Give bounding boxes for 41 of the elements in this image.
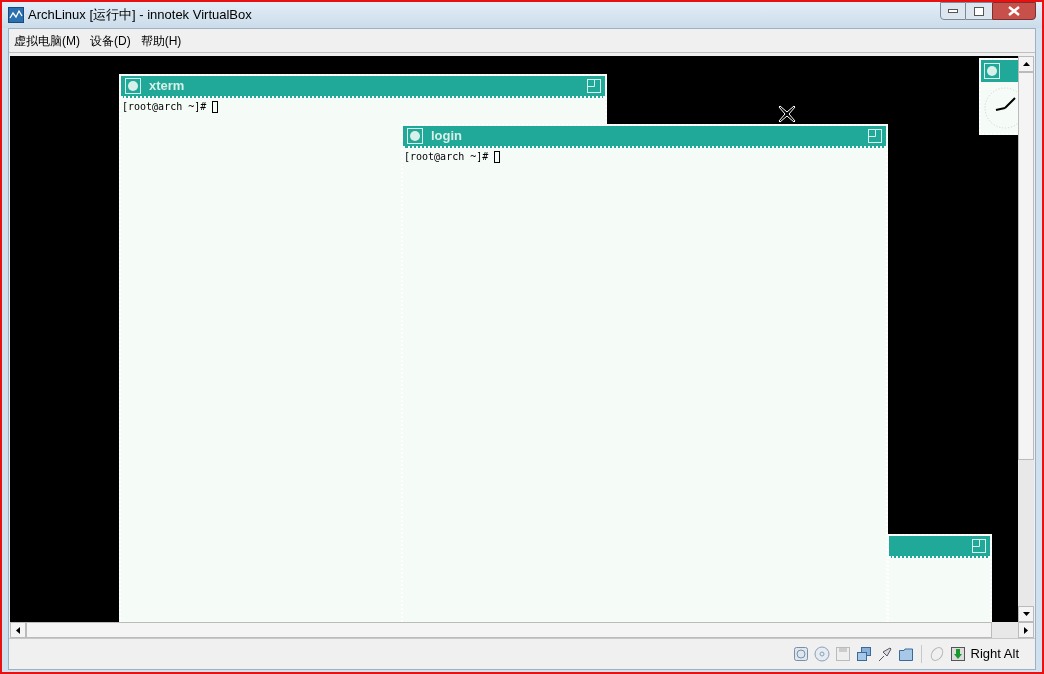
minimize-button[interactable] (940, 2, 966, 20)
scroll-left-button[interactable] (10, 622, 26, 638)
close-button[interactable] (992, 2, 1036, 20)
right-arrow-icon (1024, 626, 1028, 634)
window-menu-icon[interactable] (125, 78, 141, 94)
network-icon[interactable] (855, 646, 872, 662)
app-icon (8, 7, 24, 23)
scroll-right-button[interactable] (1018, 622, 1034, 638)
scroll-thumb[interactable] (1018, 72, 1034, 460)
menu-item[interactable]: 设备(D) (90, 31, 131, 50)
maximize-icon (974, 6, 984, 16)
window-title: login (431, 127, 464, 146)
up-arrow-icon (1022, 62, 1030, 66)
window-menu-icon[interactable] (407, 128, 423, 144)
host-key-label: Right Alt (970, 645, 1019, 664)
terminal-prompt: [root@arch ~]# (404, 150, 490, 164)
terminal-prompt: [root@arch ~]# (122, 100, 208, 114)
usb-plug-icon[interactable] (876, 646, 893, 662)
scroll-down-button[interactable] (1018, 606, 1034, 622)
minimize-icon (948, 9, 958, 13)
terminal-cursor (494, 150, 501, 163)
maximize-icon[interactable] (972, 539, 986, 553)
window-title: xterm (149, 77, 186, 96)
folder-icon[interactable] (897, 646, 914, 662)
down-arrow-icon (1022, 612, 1030, 616)
window-menu-icon[interactable] (984, 63, 1000, 79)
close-icon (1008, 6, 1020, 16)
menu-item[interactable]: 帮助(H) (140, 31, 182, 50)
clock-face-drawing (983, 86, 1018, 130)
window-title: ArchLinux [运行中] - innotek VirtualBox (28, 6, 253, 25)
maximize-icon[interactable] (587, 79, 601, 93)
maximize-icon[interactable] (868, 129, 882, 143)
menu-item[interactable]: 虚拟电脑(M) (14, 31, 80, 50)
window-titlebar[interactable] (889, 536, 990, 558)
cd-icon[interactable] (813, 646, 830, 662)
maximize-button[interactable] (966, 2, 992, 20)
x-cursor-icon (778, 105, 796, 123)
scroll-up-button[interactable] (1018, 56, 1034, 72)
terminal-cursor (212, 100, 219, 113)
left-arrow-icon (16, 626, 20, 634)
vertical-scrollbar[interactable] (1018, 56, 1034, 622)
